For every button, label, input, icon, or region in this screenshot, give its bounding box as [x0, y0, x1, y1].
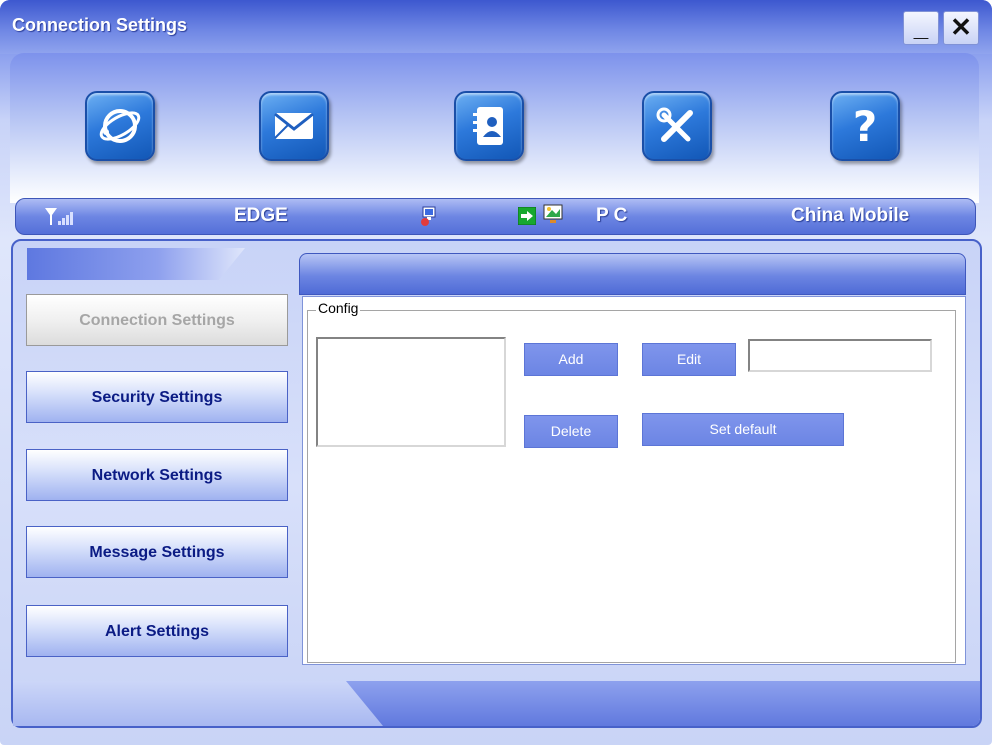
- content-body: Config Add Edit Delete Set default: [302, 296, 966, 665]
- config-name-field[interactable]: [748, 339, 932, 372]
- internet-icon[interactable]: [85, 91, 155, 161]
- connection-target: P C: [596, 205, 628, 226]
- mail-icon[interactable]: [259, 91, 329, 161]
- operator-name: China Mobile: [791, 205, 910, 226]
- close-button[interactable]: ✕: [943, 11, 979, 45]
- sidebar-tab-decoration: [27, 248, 245, 280]
- content-header: [299, 253, 966, 295]
- config-group-label: Config: [316, 300, 361, 316]
- connect-arrow-icon: [518, 207, 536, 225]
- svg-text:?: ?: [853, 102, 877, 151]
- minimize-button[interactable]: _: [903, 11, 939, 45]
- help-icon[interactable]: ?: [830, 91, 900, 161]
- window-title: Connection Settings: [12, 15, 187, 35]
- config-list[interactable]: [316, 337, 506, 447]
- settings-panel: Connection Settings Security Settings Ne…: [11, 239, 982, 728]
- delete-button[interactable]: Delete: [524, 415, 618, 448]
- contacts-icon[interactable]: [454, 91, 524, 161]
- sidebar-item-network-settings[interactable]: Network Settings: [26, 449, 288, 501]
- tools-icon[interactable]: [642, 91, 712, 161]
- network-lock-icon: [421, 206, 436, 226]
- edit-button[interactable]: Edit: [642, 343, 736, 376]
- set-default-button[interactable]: Set default: [642, 413, 844, 446]
- bottom-band-highlight: [13, 681, 383, 726]
- sidebar-item-message-settings[interactable]: Message Settings: [26, 526, 288, 578]
- title-bar[interactable]: Connection Settings _ ✕: [0, 0, 992, 54]
- config-group: Config Add Edit Delete Set default: [307, 300, 956, 663]
- status-bar: EDGE P C China Mobile: [15, 198, 976, 235]
- signal-strength-icon: [45, 208, 73, 225]
- sidebar-item-security-settings[interactable]: Security Settings: [26, 371, 288, 423]
- network-type: EDGE: [234, 205, 288, 226]
- add-button[interactable]: Add: [524, 343, 618, 376]
- sidebar-item-alert-settings[interactable]: Alert Settings: [26, 605, 288, 657]
- sidebar-item-connection-settings[interactable]: Connection Settings: [26, 294, 288, 346]
- toolbar: ?: [10, 53, 979, 203]
- app-window: Connection Settings _ ✕ ? EDGE P C China…: [0, 0, 992, 745]
- pc-icon: [543, 204, 563, 223]
